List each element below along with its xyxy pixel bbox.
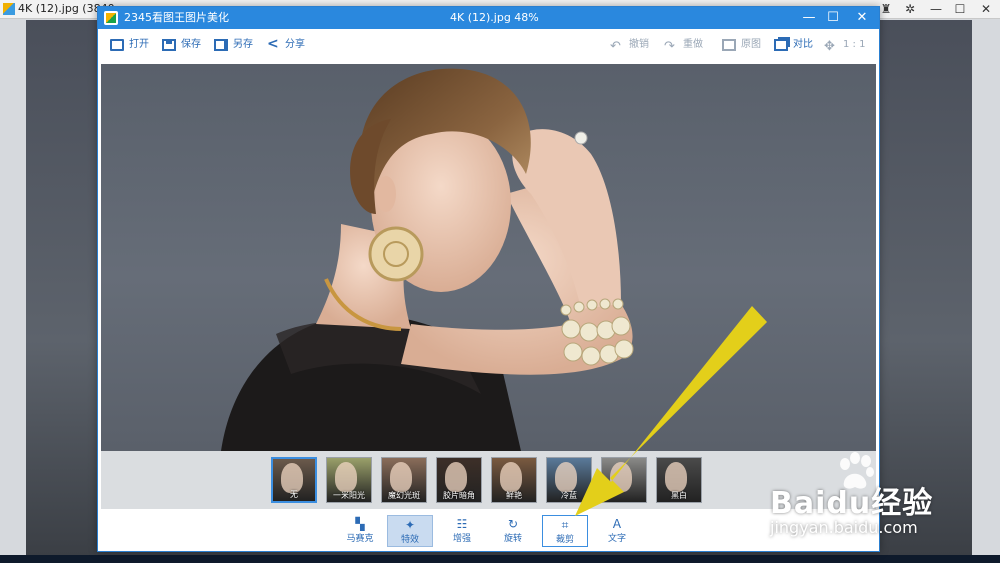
filter-thumb[interactable]: 黑白 xyxy=(656,457,702,503)
save-as-button[interactable]: 另存 xyxy=(214,37,253,53)
close-button[interactable]: ✕ xyxy=(849,7,875,29)
text-tool-button[interactable]: Ａ 文字 xyxy=(594,515,640,547)
share-icon xyxy=(266,36,280,52)
filter-thumb-label: 一米阳光 xyxy=(333,491,365,500)
original-image-icon xyxy=(722,39,736,51)
magic-wand-icon: ✦ xyxy=(404,518,416,532)
save-label: 保存 xyxy=(181,39,201,50)
filter-thumb-portrait xyxy=(281,463,303,493)
effects-tool-button[interactable]: ✦ 特效 xyxy=(387,515,433,547)
watermark-brand: Baidu经验 xyxy=(770,486,934,521)
save-as-icon xyxy=(214,39,228,51)
viewer-app-icon xyxy=(3,3,15,15)
effects-label: 特效 xyxy=(400,535,419,545)
enhance-label: 增强 xyxy=(452,534,471,544)
rotate-icon: ↻ xyxy=(507,517,519,531)
filter-thumb-label: 魔幻光斑 xyxy=(388,491,420,500)
filter-thumb-portrait xyxy=(665,462,687,492)
folder-icon xyxy=(110,39,124,51)
filter-thumb[interactable] xyxy=(601,457,647,503)
save-button[interactable]: 保存 xyxy=(162,37,201,53)
maximize-button[interactable]: ☐ xyxy=(820,7,846,29)
filter-thumb-portrait xyxy=(335,462,357,492)
text-icon: Ａ xyxy=(610,517,623,531)
filter-thumb-portrait xyxy=(500,462,522,492)
ratio-label: 1 : 1 xyxy=(843,39,866,50)
undo-label: 撤销 xyxy=(629,39,649,50)
dialog-app-name: 2345看图王图片美化 xyxy=(124,11,229,24)
filter-thumb-label: 冷蓝 xyxy=(561,491,577,500)
filter-thumb[interactable]: 一米阳光 xyxy=(326,457,372,503)
filter-thumb-portrait xyxy=(445,462,467,492)
compare-label: 对比 xyxy=(793,39,813,50)
filter-thumb[interactable]: 鲜艳 xyxy=(491,457,537,503)
rotate-tool-button[interactable]: ↻ 旋转 xyxy=(490,515,536,547)
undo-icon xyxy=(610,39,624,51)
redo-label: 重做 xyxy=(683,39,703,50)
dialog-titlebar: 2345看图王图片美化 4K (12).jpg 48% — ☐ ✕ xyxy=(98,7,879,29)
save-icon xyxy=(162,39,176,51)
crop-icon: ⌗ xyxy=(561,518,569,532)
filter-thumb-portrait xyxy=(610,462,632,492)
filter-strip: 无 一米阳光 魔幻光斑 胶片暗角 鲜艳 冷蓝 黑白 xyxy=(101,451,876,509)
dialog-file-title: 4K (12).jpg 48% xyxy=(450,11,539,24)
redo-icon xyxy=(664,39,678,51)
rotate-label: 旋转 xyxy=(503,534,522,544)
move-icon xyxy=(824,39,838,51)
redo-button[interactable]: 重做 xyxy=(664,37,703,53)
bg-maximize-button[interactable]: ☐ xyxy=(950,0,970,18)
bg-minimize-button[interactable]: — xyxy=(926,0,946,18)
portrait-illustration xyxy=(221,68,634,451)
mosaic-label: 马赛克 xyxy=(346,534,374,544)
sliders-icon: ☷ xyxy=(456,517,468,531)
bg-close-button[interactable]: ✕ xyxy=(976,0,996,18)
filter-thumb-label: 无 xyxy=(290,490,298,499)
text-label: 文字 xyxy=(607,534,626,544)
filter-thumb[interactable]: 胶片暗角 xyxy=(436,457,482,503)
enhance-tool-button[interactable]: ☷ 增强 xyxy=(439,515,485,547)
filter-thumb-label: 胶片暗角 xyxy=(443,491,475,500)
compare-button[interactable]: 对比 xyxy=(774,37,813,53)
filter-thumb-label: 黑白 xyxy=(671,491,687,500)
undo-button[interactable]: 撤销 xyxy=(610,37,649,53)
open-label: 打开 xyxy=(129,39,149,50)
share-label: 分享 xyxy=(285,39,305,50)
watermark-domain: jingyan.baidu.com xyxy=(770,518,918,537)
beautify-dialog: 2345看图王图片美化 4K (12).jpg 48% — ☐ ✕ 打开 保存 … xyxy=(97,6,880,552)
taskbar xyxy=(0,555,1000,563)
crop-tool-button[interactable]: ⌗ 裁剪 xyxy=(542,515,588,547)
original-label: 原图 xyxy=(741,39,761,50)
actual-size-button[interactable]: 1 : 1 xyxy=(824,37,865,53)
original-button[interactable]: 原图 xyxy=(722,37,761,53)
share-button[interactable]: 分享 xyxy=(266,36,305,53)
top-toolbar: 打开 保存 另存 分享 撤销 重做 原图 对比 xyxy=(98,29,879,61)
filter-thumb-portrait xyxy=(555,462,577,492)
mosaic-tool-button[interactable]: ▚ 马赛克 xyxy=(337,515,383,547)
filter-thumb[interactable]: 冷蓝 xyxy=(546,457,592,503)
compare-icon xyxy=(774,39,788,51)
settings-icon[interactable]: ✲ xyxy=(900,0,920,18)
bottom-toolbar: ▚ 马赛克 ✦ 特效 ☷ 增强 ↻ 旋转 ⌗ 裁剪 Ａ 文字 xyxy=(98,509,879,551)
filter-thumb-label: 鲜艳 xyxy=(506,491,522,500)
filter-thumb-portrait xyxy=(390,462,412,492)
filter-thumb[interactable]: 无 xyxy=(271,457,317,503)
minimize-button[interactable]: — xyxy=(796,7,822,29)
photo-preview[interactable] xyxy=(101,64,876,451)
filter-thumb[interactable]: 魔幻光斑 xyxy=(381,457,427,503)
crop-label: 裁剪 xyxy=(555,535,574,545)
save-as-label: 另存 xyxy=(233,39,253,50)
open-button[interactable]: 打开 xyxy=(110,37,149,53)
mosaic-icon: ▚ xyxy=(355,517,365,531)
app-logo-icon xyxy=(104,11,118,25)
